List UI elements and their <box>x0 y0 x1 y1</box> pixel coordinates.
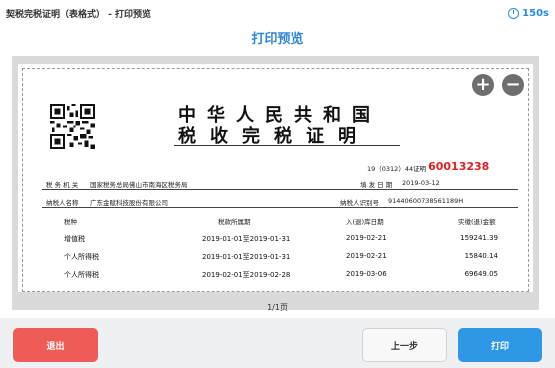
certificate-number: 60013238 <box>428 160 490 173</box>
page-title: 打印预览 <box>251 32 304 47</box>
timer-value: 150s <box>522 7 549 19</box>
row-3-period: 2019-02-01至2019-02-28 <box>202 271 291 279</box>
row-2-date: 2019-02-21 <box>346 252 387 260</box>
divider <box>42 207 518 208</box>
row-3-date: 2019-03-06 <box>346 270 387 278</box>
row-1-date: 2019-02-21 <box>346 234 387 242</box>
taxpayer-id-label: 纳税人识别号 <box>340 199 379 207</box>
certificate-prefix: 19（0312）44证明 <box>367 165 427 173</box>
exit-button[interactable]: 退出 <box>13 328 98 362</box>
column-header-tax: 税种 <box>64 218 77 226</box>
minus-icon: − <box>505 74 521 95</box>
row-3-tax: 个人所得税 <box>64 271 99 279</box>
taxpayer-name-label: 纳税人名称 <box>46 199 79 207</box>
row-3-amount: 69649.05 <box>464 270 498 278</box>
taxpayer-name-value: 广东金赋科技股份有限公司 <box>90 199 168 207</box>
column-header-period: 税款所属期 <box>218 218 251 226</box>
document-page: + − 中华人民共和国 税收完税证明 19（0312）44证明 60013238… <box>18 64 533 292</box>
title-underline <box>174 145 400 146</box>
row-1-tax: 增值税 <box>64 235 85 243</box>
row-2-amount: 15840.14 <box>464 252 498 260</box>
row-2-period: 2019-01-01至2019-01-31 <box>202 253 291 261</box>
bottom-action-bar: 退出 上一步 打印 <box>0 318 555 368</box>
column-header-date: 入(退)库日期 <box>346 218 384 226</box>
clock-icon <box>508 7 520 19</box>
page-indicator: 1/1页 <box>267 303 288 312</box>
divider <box>42 189 518 190</box>
fill-date-value: 2019-03-12 <box>402 179 440 187</box>
title-bar: 契税完税证明（表格式） - 打印预览 150s <box>0 0 555 26</box>
row-2-tax: 个人所得税 <box>64 253 99 261</box>
certificate-code: 19（0312）44证明 60013238 <box>367 160 489 173</box>
zoom-in-button[interactable]: + <box>472 74 494 96</box>
row-1-period: 2019-01-01至2019-01-31 <box>202 235 291 243</box>
taxpayer-id-value: 91440600738561189H <box>388 197 464 205</box>
zoom-out-button[interactable]: − <box>502 74 524 96</box>
column-header-amount: 实缴(退)金额 <box>458 218 496 226</box>
print-button[interactable]: 打印 <box>458 328 542 362</box>
fill-date-label: 填 发 日 期 <box>360 181 393 189</box>
previous-step-button[interactable]: 上一步 <box>362 328 447 362</box>
countdown-timer: 150s <box>508 7 549 19</box>
plus-icon: + <box>475 74 491 95</box>
row-1-amount: 159241.39 <box>460 234 498 242</box>
tax-office-value: 国家税务总局佛山市南海区税务局 <box>90 181 188 189</box>
print-preview-area[interactable]: + − 中华人民共和国 税收完税证明 19（0312）44证明 60013238… <box>12 56 539 310</box>
tax-office-label: 税 务 机 关 <box>46 181 79 189</box>
qr-code-icon <box>50 104 95 149</box>
window-title: 契税完税证明（表格式） - 打印预览 <box>6 9 152 20</box>
